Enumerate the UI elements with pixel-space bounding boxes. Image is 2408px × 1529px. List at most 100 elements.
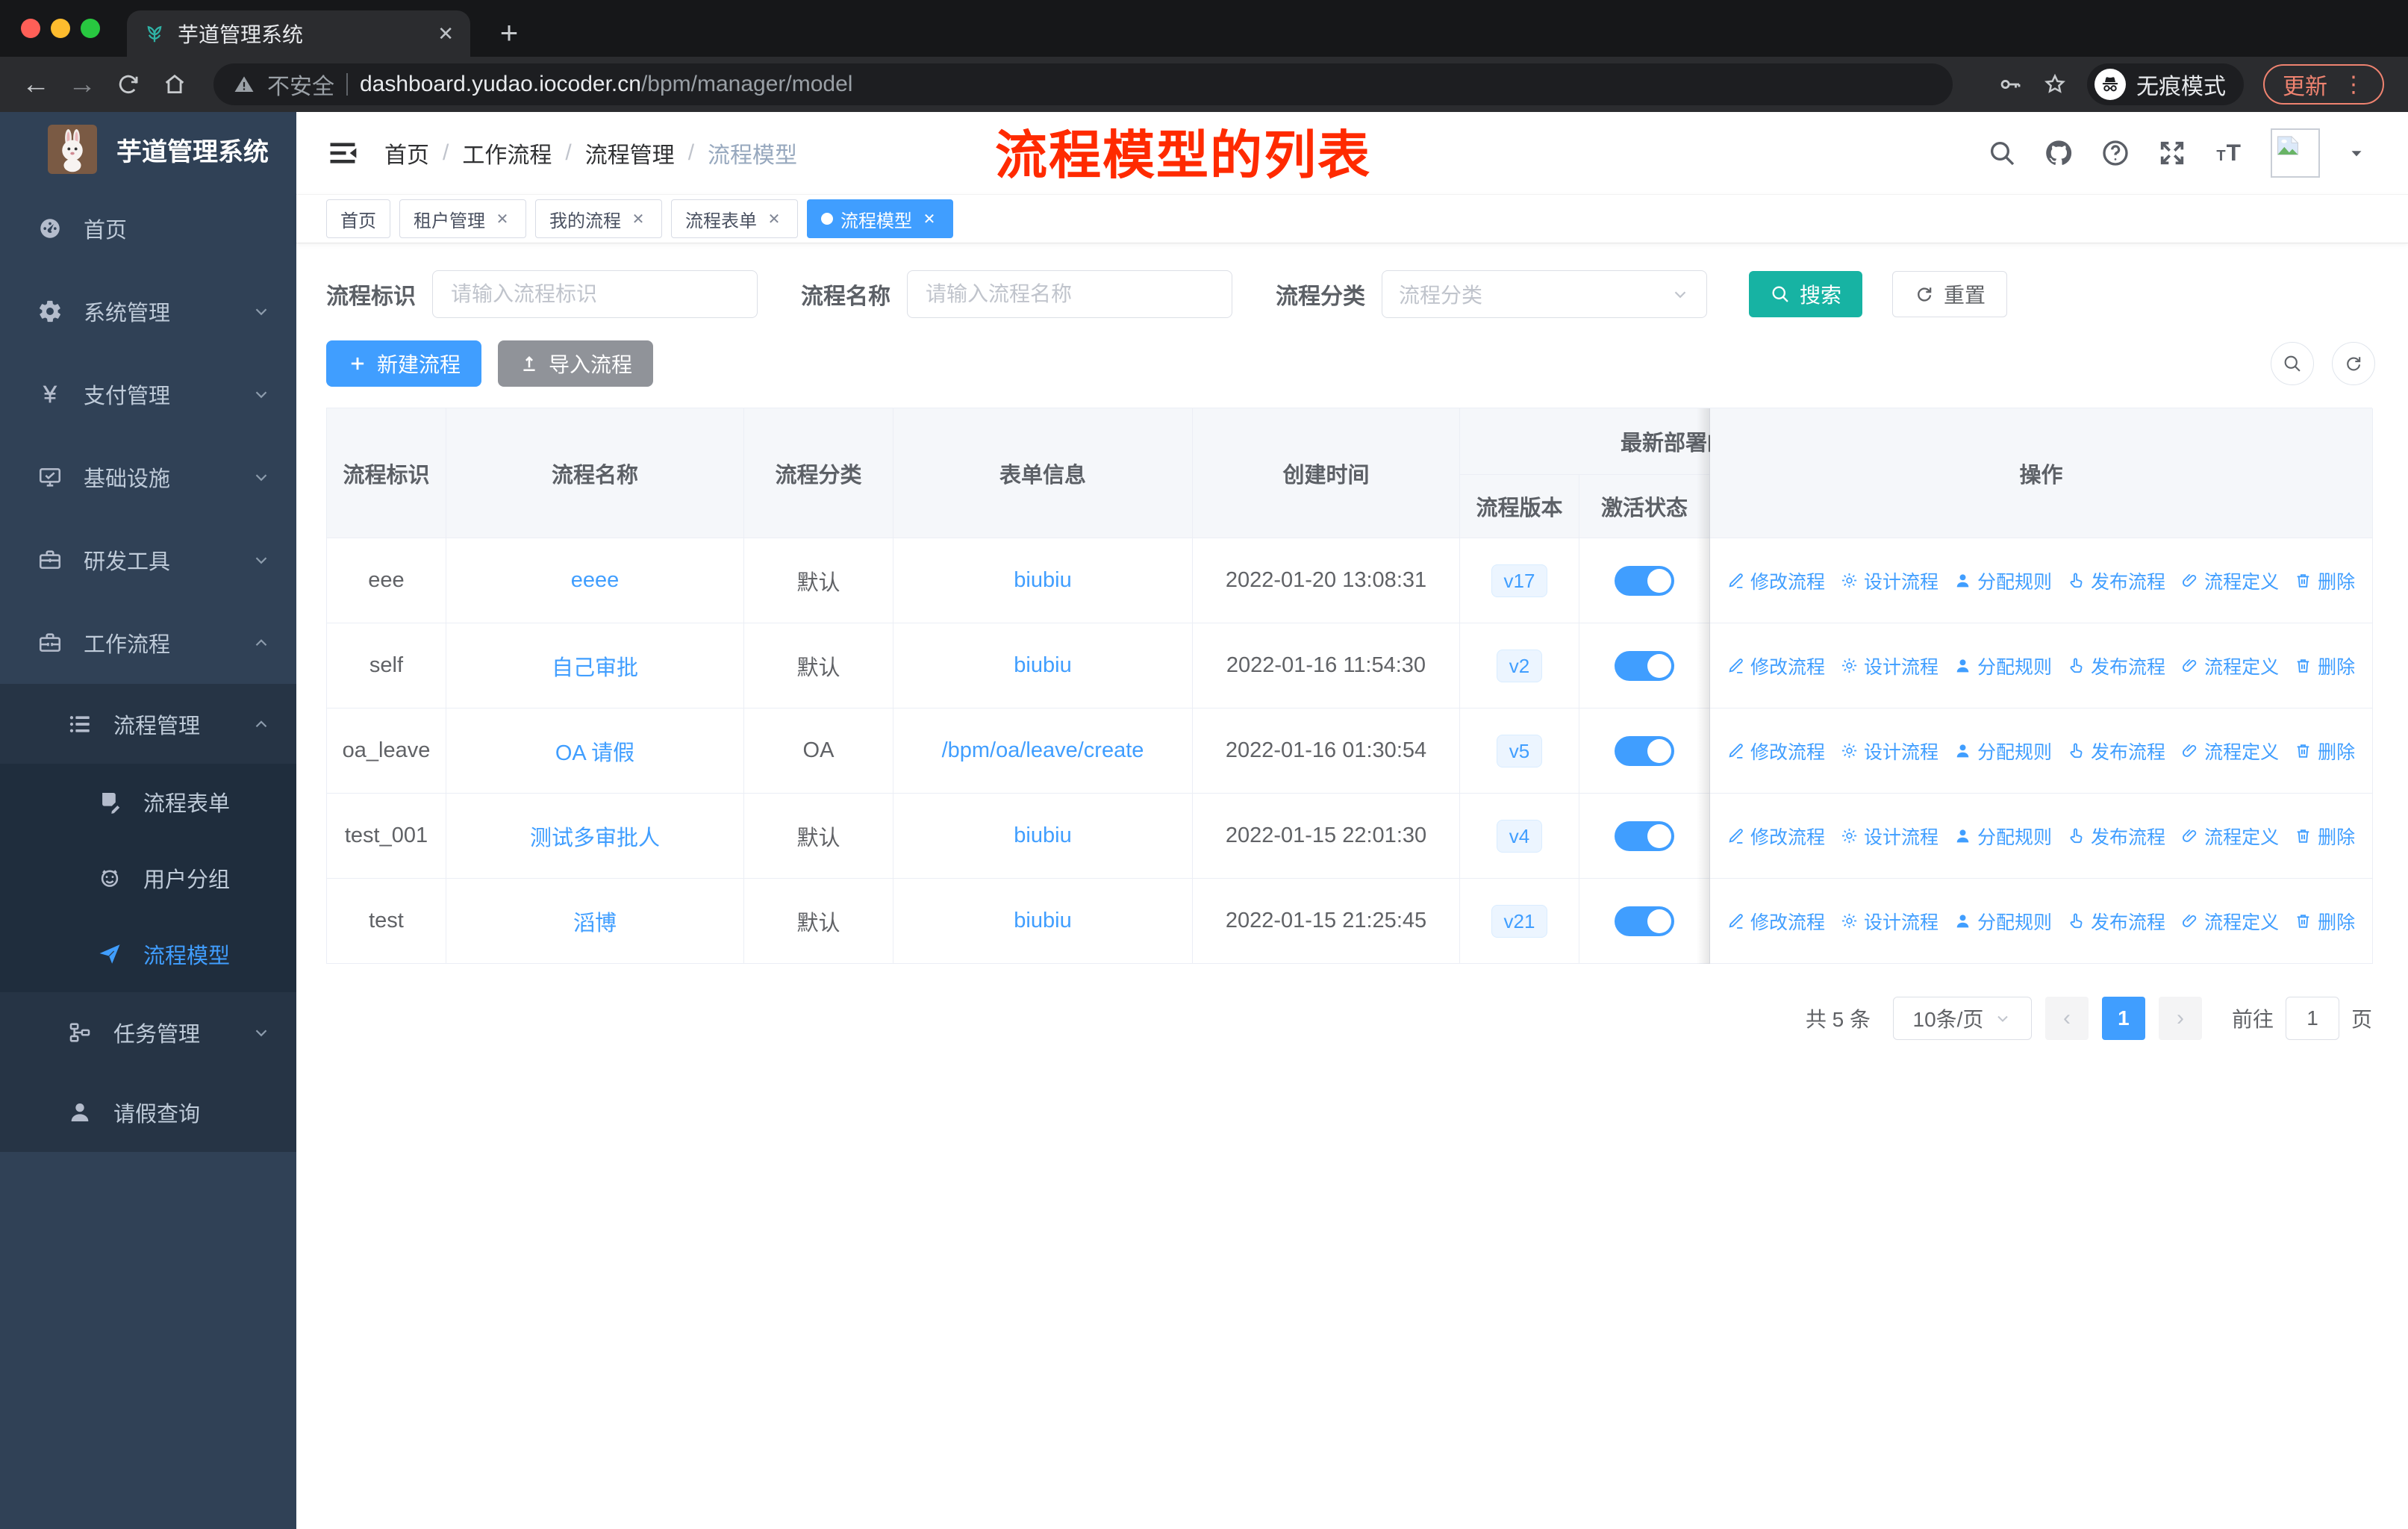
sidebar-item[interactable]: 请假查询	[0, 1072, 296, 1152]
tag-item[interactable]: 流程表单 ✕	[671, 199, 798, 238]
form-info-link[interactable]: biubiu	[1014, 909, 1071, 933]
sidebar-item[interactable]: 工作流程	[0, 601, 296, 684]
window-zoom-button[interactable]	[81, 19, 100, 38]
action-edit-link[interactable]: 修改流程	[1727, 908, 1825, 935]
action-delete-link[interactable]: 删除	[2294, 823, 2355, 850]
action-assign-link[interactable]: 分配规则	[1953, 567, 2052, 594]
sidebar-item[interactable]: 基础设施	[0, 435, 296, 518]
action-definition-link[interactable]: 流程定义	[2180, 908, 2279, 935]
action-deploy-link[interactable]: 发布流程	[2067, 738, 2165, 764]
next-page-button[interactable]: ›	[2158, 997, 2202, 1040]
sidebar-item[interactable]: 流程管理	[0, 684, 296, 764]
action-definition-link[interactable]: 流程定义	[2180, 653, 2279, 679]
process-category-select[interactable]: 流程分类	[1382, 270, 1707, 318]
action-edit-link[interactable]: 修改流程	[1727, 567, 1825, 594]
breadcrumb-process-manage[interactable]: 流程管理	[585, 137, 675, 169]
action-edit-link[interactable]: 修改流程	[1727, 653, 1825, 679]
action-definition-link[interactable]: 流程定义	[2180, 738, 2279, 764]
action-assign-link[interactable]: 分配规则	[1953, 738, 2052, 764]
not-secure-warning-icon[interactable]	[233, 73, 255, 96]
tag-item[interactable]: 租户管理 ✕	[399, 199, 526, 238]
sidebar-item[interactable]: 用户分组	[0, 840, 296, 916]
bookmark-star-icon[interactable]	[2042, 72, 2068, 97]
forward-icon[interactable]: →	[63, 65, 102, 104]
tag-item[interactable]: 首页	[326, 199, 390, 238]
sidebar-collapse-icon[interactable]	[326, 137, 359, 169]
window-controls[interactable]	[21, 19, 100, 38]
refresh-table-button[interactable]	[2332, 342, 2375, 385]
action-definition-link[interactable]: 流程定义	[2180, 567, 2279, 594]
address-bar[interactable]: 不安全 dashboard.yudao.iocoder.cn/bpm/manag…	[213, 63, 1953, 105]
github-icon[interactable]	[2044, 138, 2074, 168]
avatar-caret-down-icon[interactable]	[2347, 143, 2366, 163]
action-assign-link[interactable]: 分配规则	[1953, 823, 2052, 850]
goto-page-input[interactable]	[2285, 997, 2339, 1040]
back-icon[interactable]: ←	[16, 65, 55, 104]
active-toggle[interactable]	[1615, 820, 1674, 851]
action-deploy-link[interactable]: 发布流程	[2067, 823, 2165, 850]
toggle-search-button[interactable]	[2271, 342, 2314, 385]
sidebar-item[interactable]: 首页	[0, 187, 296, 270]
form-info-link[interactable]: biubiu	[1014, 653, 1071, 678]
action-delete-link[interactable]: 删除	[2294, 908, 2355, 935]
tag-close-icon[interactable]: ✕	[493, 209, 512, 228]
action-assign-link[interactable]: 分配规则	[1953, 908, 2052, 935]
active-toggle[interactable]	[1615, 735, 1674, 766]
breadcrumb-workflow[interactable]: 工作流程	[462, 137, 552, 169]
breadcrumb-home[interactable]: 首页	[384, 137, 429, 169]
sidebar-item[interactable]: 研发工具	[0, 518, 296, 601]
action-definition-link[interactable]: 流程定义	[2180, 823, 2279, 850]
page-size-select[interactable]: 10条/页	[1892, 997, 2032, 1040]
action-delete-link[interactable]: 删除	[2294, 567, 2355, 594]
sidebar-item[interactable]: 系统管理	[0, 270, 296, 352]
sidebar-item[interactable]: 支付管理	[0, 352, 296, 435]
action-design-link[interactable]: 设计流程	[1840, 738, 1938, 764]
password-key-icon[interactable]	[1997, 72, 2023, 97]
reload-icon[interactable]	[109, 65, 148, 104]
sidebar-item[interactable]: 任务管理	[0, 992, 296, 1072]
reset-button[interactable]: 重置	[1892, 271, 2008, 317]
prev-page-button[interactable]: ‹	[2044, 997, 2089, 1040]
tag-item[interactable]: 我的流程 ✕	[535, 199, 662, 238]
form-info-link[interactable]: biubiu	[1014, 823, 1071, 848]
form-info-link[interactable]: biubiu	[1014, 568, 1071, 593]
help-icon[interactable]	[2100, 138, 2130, 168]
active-toggle[interactable]	[1615, 906, 1674, 936]
action-deploy-link[interactable]: 发布流程	[2067, 908, 2165, 935]
action-deploy-link[interactable]: 发布流程	[2067, 567, 2165, 594]
import-process-button[interactable]: 导入流程	[498, 340, 654, 387]
search-icon[interactable]	[1987, 138, 2017, 168]
process-name-link[interactable]: eeee	[571, 568, 620, 593]
active-toggle[interactable]	[1615, 565, 1674, 596]
action-design-link[interactable]: 设计流程	[1840, 653, 1938, 679]
process-name-link[interactable]: 滔博	[573, 906, 617, 937]
action-assign-link[interactable]: 分配规则	[1953, 653, 2052, 679]
tag-close-icon[interactable]: ✕	[920, 209, 939, 228]
security-label[interactable]: 不安全	[267, 68, 334, 101]
sidebar-item[interactable]: 流程模型	[0, 916, 296, 992]
page-url[interactable]: dashboard.yudao.iocoder.cn/bpm/manager/m…	[360, 72, 852, 97]
window-close-button[interactable]	[21, 19, 40, 38]
action-edit-link[interactable]: 修改流程	[1727, 823, 1825, 850]
action-design-link[interactable]: 设计流程	[1840, 908, 1938, 935]
avatar[interactable]	[2271, 128, 2320, 178]
window-minimize-button[interactable]	[51, 19, 70, 38]
action-delete-link[interactable]: 删除	[2294, 653, 2355, 679]
tag-active[interactable]: 流程模型 ✕	[807, 199, 953, 238]
process-name-input[interactable]	[907, 270, 1232, 318]
active-toggle[interactable]	[1615, 650, 1674, 681]
home-icon[interactable]	[155, 65, 194, 104]
update-button[interactable]: 更新 ⋮	[2263, 64, 2384, 105]
sidebar-item[interactable]: 流程表单	[0, 764, 296, 840]
action-design-link[interactable]: 设计流程	[1840, 823, 1938, 850]
action-design-link[interactable]: 设计流程	[1840, 567, 1938, 594]
tab-close-icon[interactable]: ✕	[437, 22, 454, 46]
process-name-link[interactable]: 测试多审批人	[530, 820, 660, 852]
fullscreen-icon[interactable]	[2157, 138, 2187, 168]
process-name-link[interactable]: 自己审批	[552, 650, 638, 682]
sidebar-logo[interactable]: 芋道管理系统	[0, 112, 296, 187]
action-edit-link[interactable]: 修改流程	[1727, 738, 1825, 764]
new-tab-button[interactable]: +	[487, 10, 531, 55]
font-size-icon[interactable]: TT	[2214, 138, 2244, 168]
browser-tab[interactable]: 芋道管理系统 ✕	[127, 10, 470, 57]
